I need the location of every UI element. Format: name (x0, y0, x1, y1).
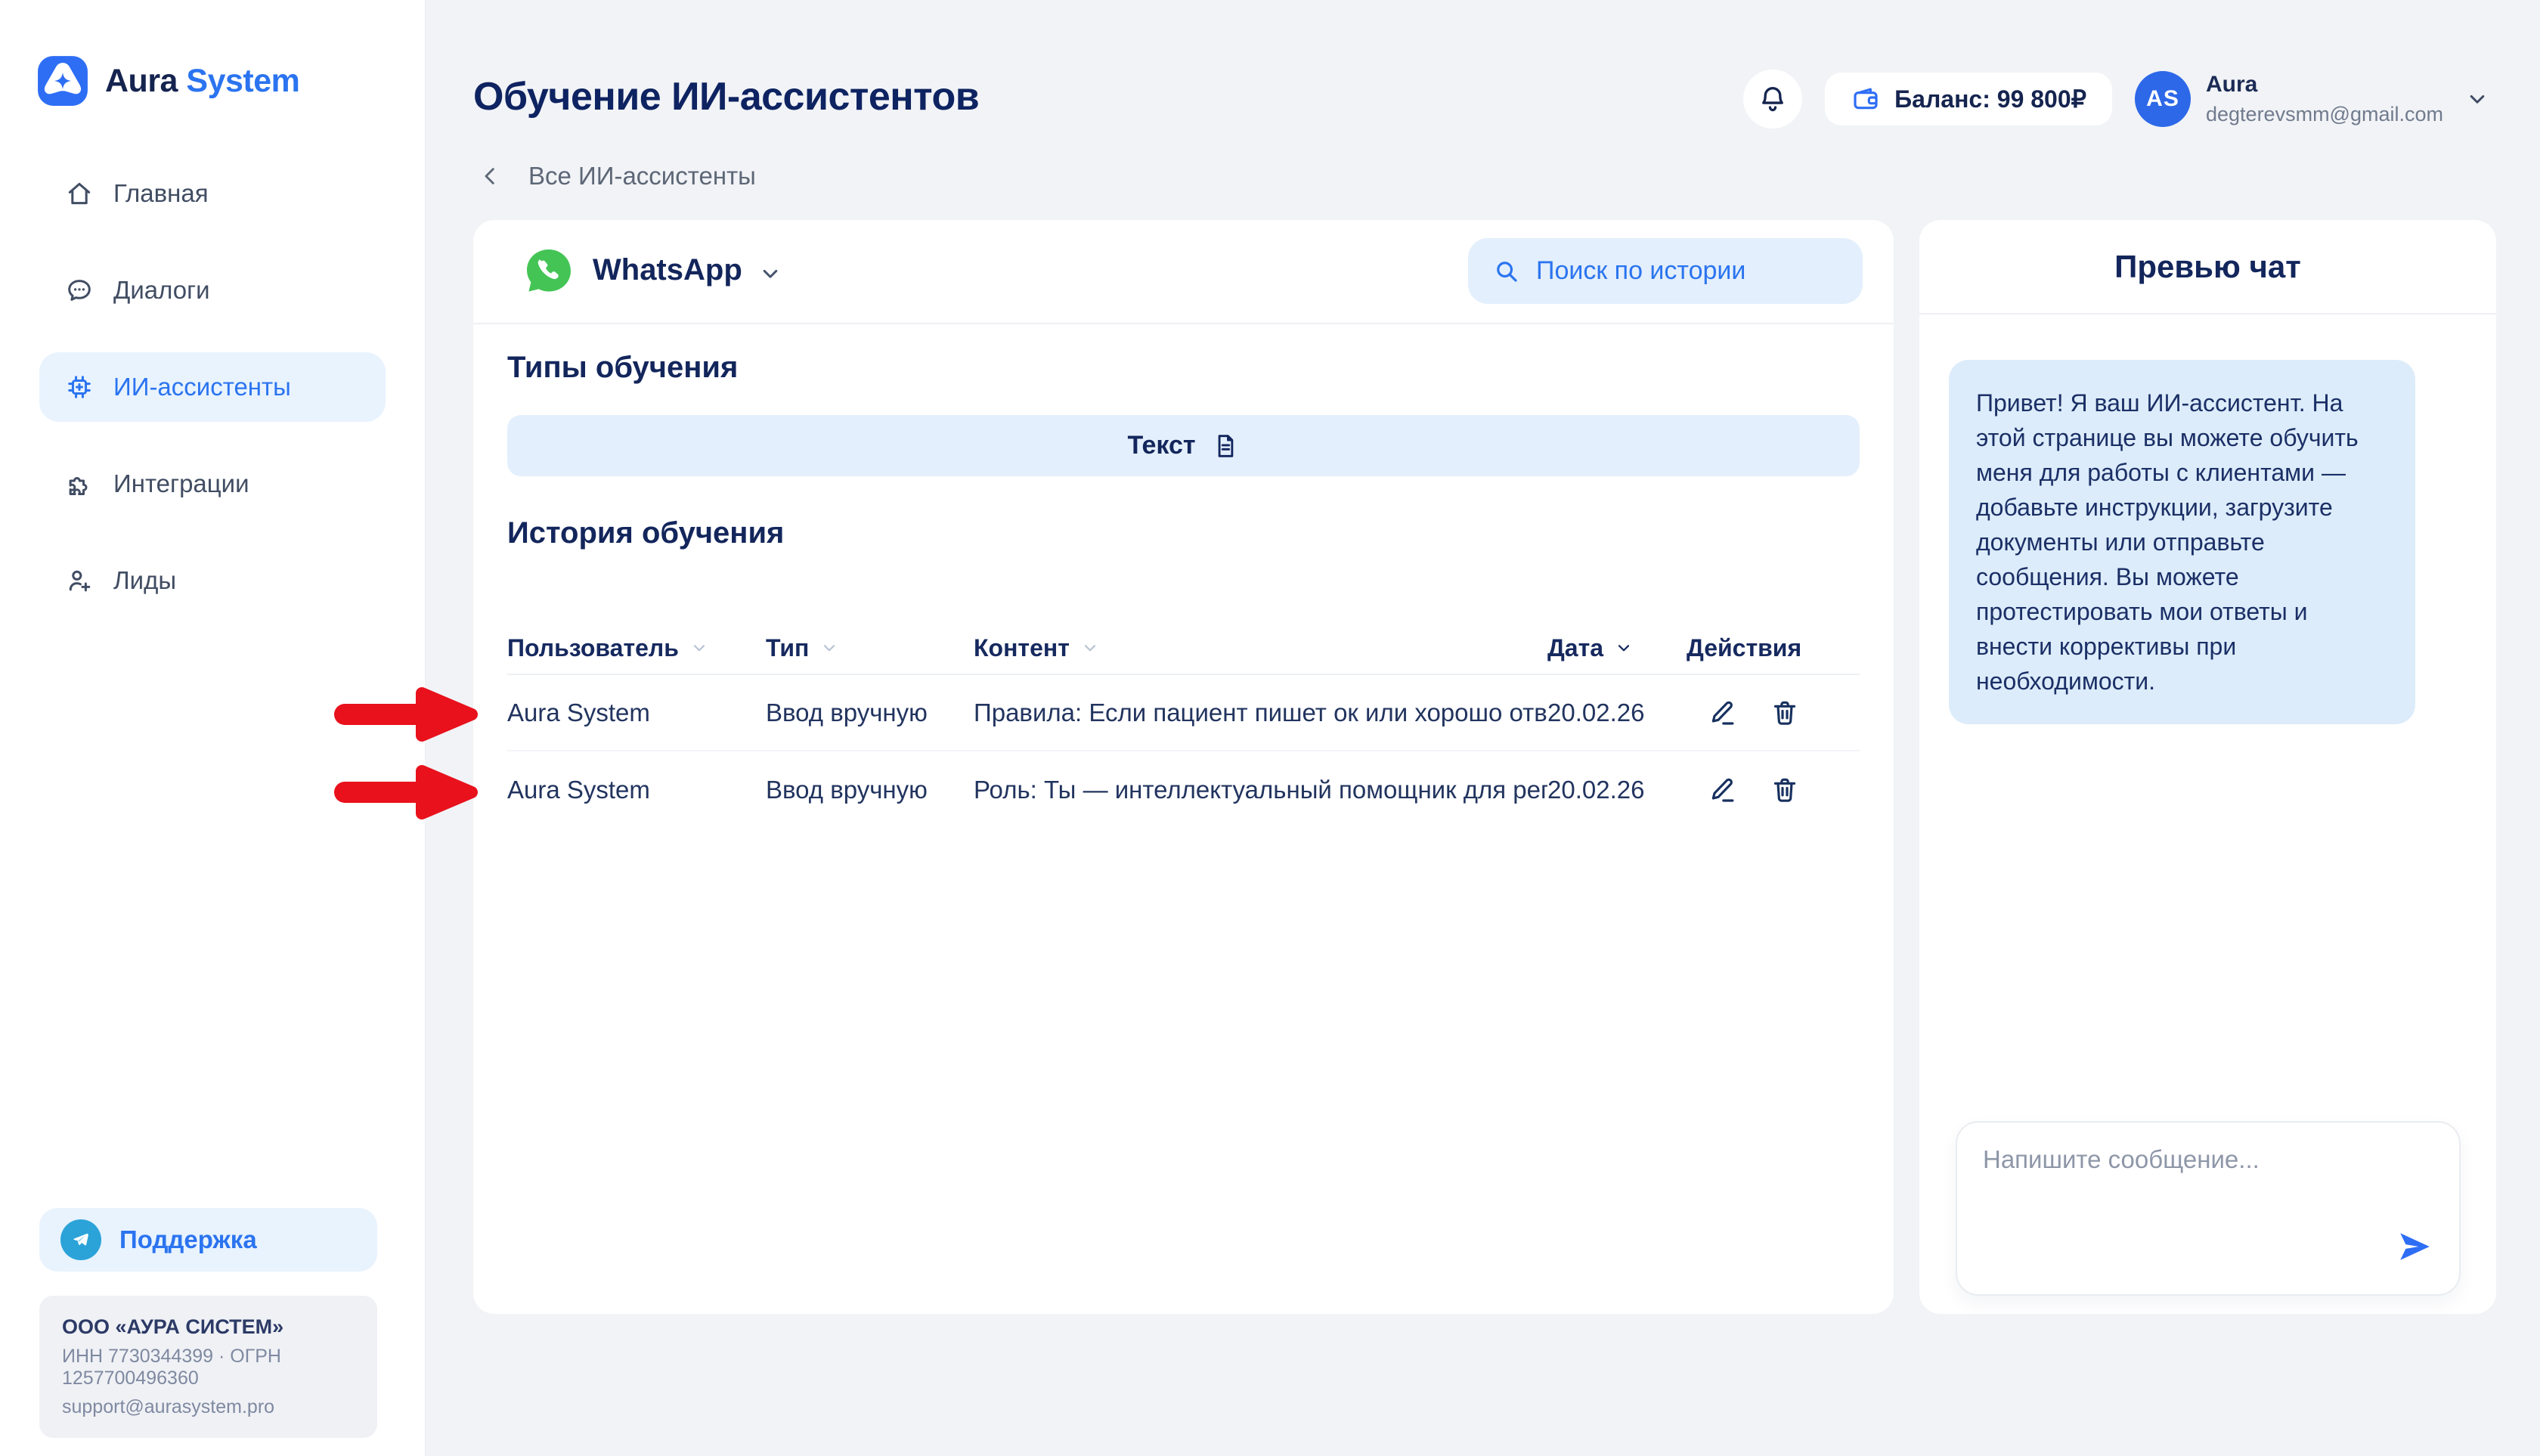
channel-row: WhatsApp (473, 220, 1894, 324)
delete-button[interactable] (1770, 775, 1800, 805)
brand-name: Aura System (105, 63, 299, 100)
bell-icon (1757, 83, 1789, 115)
user-email: degterevsmm@gmail.com (2206, 103, 2443, 126)
column-header-user[interactable]: Пользователь (507, 634, 766, 662)
breadcrumb-back[interactable]: Все ИИ-ассистенты (479, 162, 756, 191)
balance-label: Баланс: 99 800₽ (1894, 85, 2086, 113)
user-menu[interactable]: AS Aura degterevsmm@gmail.com (2135, 71, 2490, 127)
send-button[interactable] (2396, 1228, 2433, 1265)
sidebar-item-integrations[interactable]: Интеграции (39, 449, 386, 519)
text-training-button[interactable]: Текст (507, 415, 1860, 476)
sidebar-item-dialogs[interactable]: Диалоги (39, 256, 386, 325)
text-button-label: Текст (1127, 431, 1195, 460)
sidebar: Aura System Главная Диалоги ИИ-ассистент… (0, 0, 426, 1456)
row-user: Aura System (507, 699, 766, 727)
row-user: Aura System (507, 776, 766, 804)
edit-button[interactable] (1708, 698, 1738, 728)
chevron-left-icon (479, 164, 503, 188)
sidebar-item-leads[interactable]: Лиды (39, 546, 386, 615)
header-actions: Баланс: 99 800₽ AS Aura degterevsmm@gmai… (1743, 70, 2490, 129)
sort-chevron-icon (1080, 638, 1100, 658)
table-row: Aura System Ввод вручную Правила: Если п… (507, 675, 1860, 751)
sidebar-nav: Главная Диалоги ИИ-ассистенты Интеграции… (39, 159, 386, 643)
row-content: Правила: Если пациент пишет ок или хорош… (974, 699, 1547, 727)
company-email: support@aurasystem.pro (62, 1396, 355, 1418)
table-row: Aura System Ввод вручную Роль: Ты — инте… (507, 751, 1860, 828)
edit-button[interactable] (1708, 775, 1738, 805)
sort-chevron-icon (819, 638, 839, 658)
avatar: AS (2135, 71, 2191, 127)
chat-icon (65, 276, 94, 305)
sidebar-item-label: Главная (113, 179, 209, 208)
preview-title: Превью чат (1919, 220, 2496, 314)
sidebar-item-label: Лиды (113, 566, 176, 595)
trash-icon (1770, 698, 1800, 728)
notifications-button[interactable] (1743, 70, 1802, 129)
user-plus-icon (65, 566, 94, 595)
row-type: Ввод вручную (766, 776, 974, 804)
edit-icon (1708, 775, 1738, 805)
aura-logo-icon (37, 55, 88, 107)
wallet-icon (1851, 84, 1881, 114)
column-header-actions: Действия (1687, 634, 1860, 662)
channel-dropdown[interactable] (757, 261, 783, 287)
trash-icon (1770, 775, 1800, 805)
channel-name: WhatsApp (593, 253, 742, 287)
document-icon (1211, 432, 1240, 460)
support-button[interactable]: Поддержка (39, 1208, 377, 1272)
assistant-message-bubble: Привет! Я ваш ИИ-ассистент. На этой стра… (1949, 360, 2415, 724)
training-types-heading: Типы обучения (507, 350, 1860, 385)
row-content: Роль: Ты — интеллектуальный помощник для… (974, 776, 1547, 804)
chat-preview-panel: Превью чат Привет! Я ваш ИИ-ассистент. Н… (1919, 220, 2496, 1314)
training-card: WhatsApp Типы обучения Текст История обу… (473, 220, 1894, 1314)
sort-chevron-icon (689, 638, 709, 658)
column-header-content[interactable]: Контент (974, 634, 1547, 662)
support-label: Поддержка (119, 1225, 257, 1254)
row-type: Ввод вручную (766, 699, 974, 727)
sidebar-item-ai-assistants[interactable]: ИИ-ассистенты (39, 352, 386, 422)
company-name: ООО «АУРА СИСТЕМ» (62, 1315, 355, 1339)
send-icon (2396, 1228, 2433, 1265)
message-input[interactable] (1957, 1123, 2459, 1294)
training-history-heading: История обучения (507, 516, 1860, 550)
history-search[interactable] (1468, 238, 1863, 304)
sidebar-item-label: ИИ-ассистенты (113, 373, 291, 401)
sidebar-item-label: Диалоги (113, 276, 210, 305)
search-input[interactable] (1535, 256, 1838, 287)
whatsapp-icon (525, 247, 573, 296)
row-date: 20.02.26 (1547, 776, 1687, 804)
message-composer (1956, 1121, 2461, 1296)
chevron-down-icon (757, 261, 783, 287)
puzzle-icon (65, 469, 94, 498)
history-table-header: Пользователь Тип Контент Дата Действия (507, 622, 1860, 675)
sidebar-item-label: Интеграции (113, 469, 249, 498)
column-header-date[interactable]: Дата (1547, 634, 1687, 662)
edit-icon (1708, 698, 1738, 728)
user-name: Aura (2206, 72, 2443, 98)
company-info-card: ООО «АУРА СИСТЕМ» ИНН 7730344399 · ОГРН … (39, 1296, 377, 1438)
chevron-down-icon (2464, 86, 2490, 112)
brand-logo[interactable]: Aura System (37, 55, 299, 107)
home-icon (65, 179, 94, 208)
breadcrumb-label: Все ИИ-ассистенты (528, 162, 756, 191)
page-title: Обучение ИИ-ассистентов (473, 74, 979, 119)
search-icon (1492, 257, 1521, 286)
main-area: Обучение ИИ-ассистентов Баланс: 99 800₽ … (426, 0, 2540, 1456)
sidebar-item-home[interactable]: Главная (39, 159, 386, 228)
company-registration: ИНН 7730344399 · ОГРН 1257700496360 (62, 1346, 355, 1389)
column-header-type[interactable]: Тип (766, 634, 974, 662)
delete-button[interactable] (1770, 698, 1800, 728)
telegram-icon (60, 1219, 101, 1260)
sort-chevron-icon (1614, 638, 1634, 658)
row-date: 20.02.26 (1547, 699, 1687, 727)
chip-icon (65, 373, 94, 401)
balance-button[interactable]: Баланс: 99 800₽ (1825, 73, 2112, 125)
